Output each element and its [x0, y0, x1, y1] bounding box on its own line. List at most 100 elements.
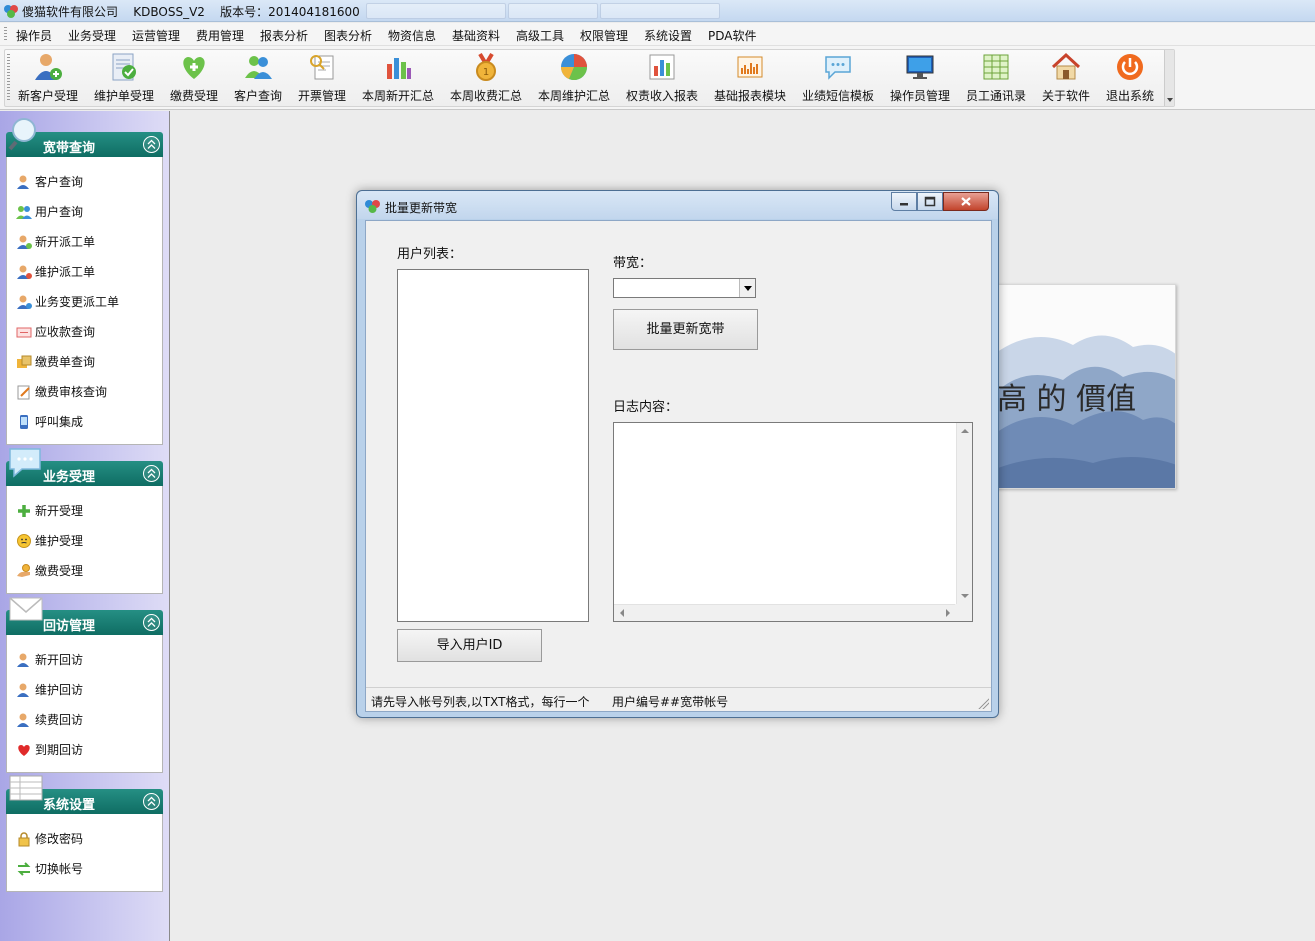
menu-base-data[interactable]: 基础资料 — [452, 27, 500, 44]
customer-icon — [17, 683, 29, 697]
menu-fees[interactable]: 费用管理 — [196, 27, 244, 44]
toolbar-weekly-new-button[interactable]: 本周新开汇总 — [358, 50, 438, 106]
maintenance-dispatch-icon — [17, 265, 32, 279]
toolbar-grip[interactable] — [7, 54, 10, 102]
sidebar-item-payment-slip-query[interactable]: 缴费单查询 — [7, 347, 162, 377]
sidebar-item-renewal-follow-up[interactable]: 续费回访 — [7, 705, 162, 735]
toolbar-overflow-button[interactable] — [1164, 50, 1174, 106]
status-hint: 请先导入帐号列表,以TXT格式，每行一个 — [371, 695, 590, 709]
sidebar-group-header[interactable]: 回访管理 — [6, 597, 163, 635]
sidebar-group-follow-up: 回访管理 新开回访 维护回访 续费回访 到期回访 — [6, 589, 163, 773]
log-textarea[interactable] — [613, 422, 973, 622]
sidebar-item-call-integration[interactable]: 呼叫集成 — [7, 407, 162, 437]
toolbar-label: 维护单受理 — [93, 89, 154, 103]
toolbar-label: 本周新开汇总 — [361, 89, 434, 103]
sidebar-item-receivable-query[interactable]: 应收款查询 — [7, 317, 162, 347]
sidebar-group-header[interactable]: 业务受理 — [6, 448, 163, 486]
toolbar-payment-button[interactable]: 缴费受理 — [164, 50, 224, 106]
app-logo-icon — [365, 200, 380, 213]
sidebar-item-new-dispatch[interactable]: 新开派工单 — [7, 227, 162, 257]
lock-icon — [18, 832, 30, 847]
toolbar-operator-management-button[interactable]: 操作员管理 — [886, 50, 954, 106]
collapse-icon[interactable] — [143, 465, 160, 482]
resize-grip-icon[interactable] — [977, 697, 989, 709]
toolbar-new-customer-button[interactable]: 新客户受理 — [12, 50, 84, 106]
maximize-button[interactable] — [917, 192, 943, 211]
basic-report-icon — [737, 56, 763, 78]
switch-icon — [17, 862, 31, 876]
toolbar-about-button[interactable]: 关于软件 — [1036, 50, 1096, 106]
collapse-icon[interactable] — [143, 136, 160, 153]
menu-operations[interactable]: 运营管理 — [132, 27, 180, 44]
sidebar-item-label: 切换帐号 — [35, 862, 84, 876]
sidebar-item-user-query[interactable]: 用户查询 — [7, 197, 162, 227]
sidebar-item-change-dispatch[interactable]: 业务变更派工单 — [7, 287, 162, 317]
scroll-down-icon[interactable] — [961, 594, 969, 598]
payment-audit-icon — [17, 385, 30, 400]
sidebar-item-label: 呼叫集成 — [35, 415, 84, 429]
background-tab — [508, 3, 598, 19]
menu-pda[interactable]: PDA软件 — [708, 27, 756, 44]
heart-icon — [18, 745, 30, 756]
sidebar-item-payment-audit-query[interactable]: 缴费审核查询 — [7, 377, 162, 407]
chevron-down-icon[interactable] — [739, 279, 755, 297]
sidebar-group-header[interactable]: 系统设置 — [6, 775, 163, 814]
dialog-title-bar[interactable]: 批量更新带宽 — [357, 191, 998, 219]
menu-reports[interactable]: 报表分析 — [260, 27, 308, 44]
toolbar-label: 业绩短信模板 — [801, 89, 874, 103]
bandwidth-label: 带宽： — [613, 256, 653, 271]
sidebar-item-maintenance-acceptance[interactable]: 维护受理 — [7, 526, 162, 556]
menu-permissions[interactable]: 权限管理 — [580, 27, 628, 44]
menu-materials[interactable]: 物资信息 — [388, 27, 436, 44]
toolbar-basic-report-button[interactable]: 基础报表模块 — [710, 50, 790, 106]
close-button[interactable] — [943, 192, 989, 211]
menu-charts[interactable]: 图表分析 — [324, 27, 372, 44]
sidebar-item-expiry-follow-up[interactable]: 到期回访 — [7, 735, 162, 765]
scroll-left-icon[interactable] — [620, 609, 624, 617]
sidebar-item-customer-query[interactable]: 客户查询 — [7, 167, 162, 197]
payment-slip-icon — [17, 355, 32, 368]
toolbar-income-report-button[interactable]: 权责收入报表 — [622, 50, 702, 106]
sidebar-item-maintenance-dispatch[interactable]: 维护派工单 — [7, 257, 162, 287]
minimize-button[interactable] — [891, 192, 917, 211]
sidebar-item-change-password[interactable]: 修改密码 — [7, 824, 162, 854]
log-vertical-scrollbar[interactable] — [956, 423, 972, 604]
log-horizontal-scrollbar[interactable] — [614, 604, 956, 621]
sidebar-item-switch-account[interactable]: 切换帐号 — [7, 854, 162, 884]
weekly-new-chart-icon — [387, 58, 411, 79]
sidebar-item-label: 缴费单查询 — [35, 355, 96, 369]
app-logo-icon — [4, 5, 18, 18]
import-user-id-button[interactable]: 导入用户ID — [397, 629, 542, 662]
sidebar-item-payment-acceptance[interactable]: 缴费受理 — [7, 556, 162, 586]
toolbar-customer-search-button[interactable]: 客户查询 — [230, 50, 286, 106]
sidebar-item-new-acceptance[interactable]: 新开受理 — [7, 496, 162, 526]
toolbar-sms-template-button[interactable]: 业绩短信模板 — [798, 50, 878, 106]
collapse-icon[interactable] — [143, 793, 160, 810]
sidebar-item-label: 维护派工单 — [35, 265, 96, 279]
home-icon — [1051, 52, 1081, 80]
toolbar-maintenance-order-button[interactable]: 维护单受理 — [90, 50, 158, 106]
sidebar-group-header[interactable]: 宽带查询 — [6, 118, 163, 157]
menu-operator[interactable]: 操作员 — [16, 27, 52, 44]
toolbar-exit-button[interactable]: 退出系统 — [1100, 50, 1160, 106]
toolbar-weekly-maintenance-button[interactable]: 本周维护汇总 — [534, 50, 614, 106]
scroll-up-icon[interactable] — [961, 429, 969, 433]
user-list-box[interactable] — [397, 269, 589, 622]
toolbar-weekly-fee-button[interactable]: 1 本周收费汇总 — [446, 50, 526, 106]
bandwidth-select[interactable] — [613, 278, 756, 298]
menu-grip[interactable] — [4, 27, 7, 42]
toolbar-label: 新客户受理 — [17, 89, 78, 103]
toolbar-invoice-button[interactable]: 开票管理 — [294, 50, 350, 106]
background-tab — [600, 3, 720, 19]
scroll-right-icon[interactable] — [946, 609, 950, 617]
sidebar-item-new-follow-up[interactable]: 新开回访 — [7, 645, 162, 675]
sidebar-group-system-settings: 系统设置 修改密码 切换帐号 — [6, 768, 163, 892]
sidebar-item-maintenance-follow-up[interactable]: 维护回访 — [7, 675, 162, 705]
menu-advanced-tools[interactable]: 高级工具 — [516, 27, 564, 44]
background-tab — [366, 3, 506, 19]
toolbar-staff-directory-button[interactable]: 员工通讯录 — [962, 50, 1030, 106]
collapse-icon[interactable] — [143, 614, 160, 631]
menu-business[interactable]: 业务受理 — [68, 27, 116, 44]
menu-system-settings[interactable]: 系统设置 — [644, 27, 692, 44]
batch-update-bandwidth-button[interactable]: 批量更新宽带 — [613, 309, 758, 350]
